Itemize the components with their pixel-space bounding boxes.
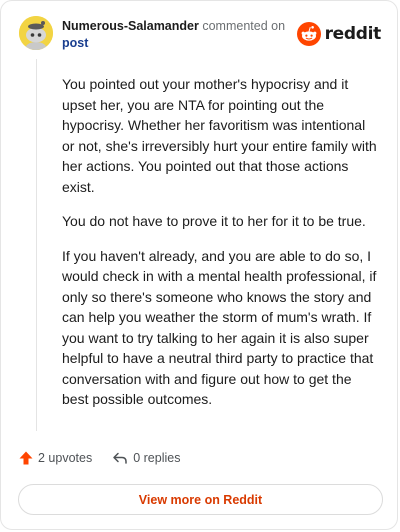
view-more-button[interactable]: View more on Reddit <box>18 484 383 515</box>
comment-paragraph: You pointed out your mother's hypocrisy … <box>62 76 377 195</box>
reddit-wordmark: reddit <box>324 24 382 44</box>
upvote-arrow-icon <box>19 451 33 465</box>
post-link[interactable]: post <box>62 36 88 50</box>
comment-paragraph: If you haven't already, and you are able… <box>62 247 377 408</box>
avatar[interactable] <box>19 16 53 50</box>
thread-line <box>36 59 37 431</box>
comment-footer: 2 upvotes 0 replies <box>18 450 180 466</box>
upvote-button[interactable]: 2 upvotes <box>18 450 92 466</box>
comment-paragraph: You do not have to prove it to her for i… <box>62 213 366 229</box>
snoo-avatar-icon <box>19 16 53 50</box>
comment-action-text: commented on <box>202 19 286 33</box>
username[interactable]: Numerous-Salamander <box>62 19 199 33</box>
comment-card: Numerous-Salamander commented on post re… <box>0 0 398 530</box>
comment-body: You pointed out your mother's hypocrisy … <box>62 74 380 424</box>
reddit-snoo-icon <box>296 22 321 46</box>
reply-count: 0 replies <box>133 451 181 465</box>
upvote-count: 2 upvotes <box>38 451 93 465</box>
reply-button[interactable]: 0 replies <box>112 450 180 466</box>
reddit-logo[interactable]: reddit <box>296 22 382 46</box>
comment-header: Numerous-Salamander commented on post <box>62 18 302 52</box>
reply-arrow-icon <box>113 452 127 464</box>
